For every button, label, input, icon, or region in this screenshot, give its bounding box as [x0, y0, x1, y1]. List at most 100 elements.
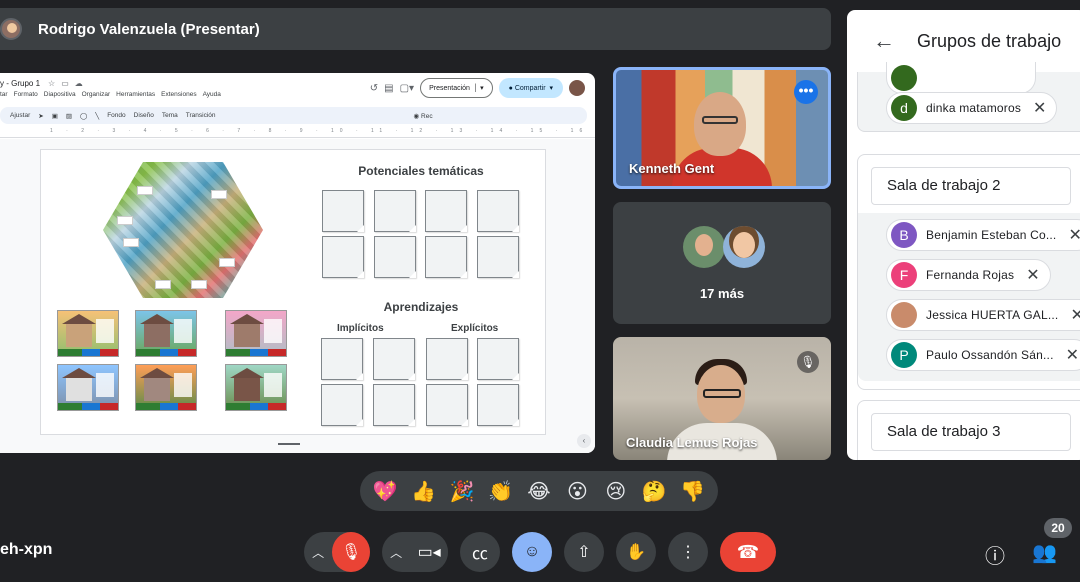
participant-chip[interactable]: B Benjamin Esteban Co... ✕	[886, 219, 1080, 251]
comment-icon[interactable]: ▤	[384, 83, 393, 94]
present-label: Presentación	[429, 84, 470, 92]
chevron-up-icon[interactable]: ︿	[304, 544, 332, 561]
remove-icon[interactable]: ✕	[1026, 265, 1039, 285]
sad-reaction-icon[interactable]: 😢	[602, 481, 630, 501]
people-icon[interactable]: 👥	[1032, 540, 1057, 565]
back-arrow-icon[interactable]: ←	[873, 28, 895, 54]
thinking-reaction-icon[interactable]: 🤔	[640, 481, 668, 501]
sticky-note	[373, 384, 415, 426]
breakout-rooms-panel: ← Grupos de trabajo d dinka matamoros ✕ …	[847, 10, 1080, 460]
meet-icon[interactable]: ▢▾	[400, 83, 414, 94]
clapping-reaction-icon[interactable]: 👏	[487, 481, 515, 501]
zoom-fit-button[interactable]: Ajustar	[10, 112, 30, 119]
sticky-note	[321, 338, 363, 380]
party-popper-reaction-icon[interactable]: 🎉	[448, 481, 476, 501]
image-tool-icon[interactable]: ▨	[66, 112, 72, 120]
sticky-note	[426, 384, 468, 426]
mic-off-button[interactable]: 🎙	[332, 532, 370, 572]
participant-chip[interactable]: P Paulo Ossandón Sán... ✕	[886, 339, 1080, 371]
participant-chip-name: Benjamin Esteban Co...	[926, 228, 1057, 242]
participant-chip[interactable]	[886, 62, 1036, 94]
menu-item[interactable]: Extensiones	[161, 91, 196, 98]
participant-name: Kenneth Gent	[629, 161, 715, 176]
menu-item[interactable]: Organizar	[82, 91, 111, 98]
picture-card	[57, 364, 119, 411]
menu-item[interactable]: tar	[0, 91, 8, 98]
participant-tile-more[interactable]: 17 más	[613, 202, 831, 324]
chevron-up-icon[interactable]: ︿	[382, 544, 410, 561]
theme-button[interactable]: Tema	[162, 112, 178, 119]
camera-button[interactable]: ▭◂	[410, 532, 448, 572]
more-options-icon[interactable]: •••	[794, 80, 818, 104]
star-icon[interactable]: ☆	[48, 79, 55, 88]
thumbs-up-reaction-icon[interactable]: 👍	[410, 481, 438, 501]
sticky-note	[425, 190, 467, 232]
slide-page[interactable]: Potenciales temáticas Aprendizajes Implí…	[40, 149, 546, 435]
meeting-info-icon[interactable]: ⓘ	[985, 540, 1005, 569]
room-name-field[interactable]: Sala de trabajo 2	[871, 167, 1071, 205]
menu-item[interactable]: Formato	[14, 91, 38, 98]
shared-slides-window[interactable]: y - Grupo 1 ☆ ▭ ☁ tar Formato Diapositiv…	[0, 73, 595, 453]
present-screen-button[interactable]: ⇧	[564, 532, 604, 572]
heart-reaction-icon[interactable]: 💖	[371, 481, 399, 501]
map-label	[155, 280, 171, 289]
participant-tile-kenneth[interactable]: ••• Kenneth Gent	[613, 67, 831, 189]
background-button[interactable]: Fondo	[107, 112, 125, 119]
transition-button[interactable]: Transición	[186, 112, 216, 119]
presenter-avatar	[0, 18, 22, 40]
presenter-bar: Rodrigo Valenzuela (Presentar)	[0, 8, 831, 50]
remove-icon[interactable]: ✕	[1068, 225, 1080, 245]
menu-item[interactable]: Herramientas	[116, 91, 155, 98]
heading-aprendizajes: Aprendizajes	[383, 300, 459, 314]
avatar: P	[891, 342, 917, 368]
record-button[interactable]: ◉ Rec	[414, 112, 433, 120]
emoji-reactions-button[interactable]: ☺	[512, 532, 552, 572]
sticky-note	[322, 190, 364, 232]
participant-chip[interactable]: d dinka matamoros ✕	[886, 92, 1058, 124]
sticky-note	[321, 384, 363, 426]
participant-chip[interactable]: Jessica HUERTA GAL... ✕	[886, 299, 1080, 331]
select-tool-icon[interactable]: ➤	[38, 112, 43, 120]
history-icon[interactable]: ↺	[370, 83, 378, 94]
surprised-reaction-icon[interactable]: 😮	[563, 481, 591, 501]
participant-name: Claudia Lemus Rojas	[626, 435, 758, 450]
room-name-field[interactable]: Sala de trabajo 3	[871, 413, 1071, 451]
line-tool-icon[interactable]: ╲	[95, 112, 99, 120]
room-3: Sala de trabajo 3	[857, 400, 1080, 460]
more-options-button[interactable]: ⋮	[668, 532, 708, 572]
participant-chip[interactable]: F Fernanda Rojas ✕	[886, 259, 1051, 291]
avatar: d	[891, 95, 917, 121]
slides-doc-title[interactable]: y - Grupo 1	[0, 79, 40, 88]
laughing-reaction-icon[interactable]: 😂	[525, 481, 553, 501]
people-count-badge: 20	[1044, 518, 1072, 538]
participant-tile-claudia[interactable]: 🎙 Claudia Lemus Rojas	[613, 337, 831, 460]
present-button[interactable]: Presentación │ ▾	[420, 78, 493, 98]
record-label: Rec	[421, 112, 433, 120]
avatar: F	[891, 262, 917, 288]
sub-explicitos: Explícitos	[451, 323, 499, 334]
captions-button[interactable]: ㏄	[460, 532, 500, 572]
raise-hand-button[interactable]: ✋	[616, 532, 656, 572]
slides-scrollbar[interactable]	[278, 443, 300, 445]
slides-right-tools: ↺ ▤ ▢▾ Presentación │ ▾ ● Compartir ▾	[370, 78, 585, 98]
share-label: Compartir	[514, 84, 546, 92]
menu-item[interactable]: Diapositiva	[44, 91, 76, 98]
layout-button[interactable]: Diseño	[134, 112, 154, 119]
textbox-tool-icon[interactable]: ▣	[52, 112, 58, 120]
collapse-icon[interactable]: ‹	[577, 434, 591, 448]
reactions-bar: 💖 👍 🎉 👏 😂 😮 😢 🤔 👎	[360, 471, 718, 511]
participant-face	[694, 92, 746, 156]
account-avatar[interactable]	[569, 80, 585, 96]
remove-icon[interactable]: ✕	[1033, 98, 1046, 118]
shape-tool-icon[interactable]: ◯	[80, 112, 87, 120]
cloud-icon[interactable]: ☁	[75, 79, 83, 88]
remove-icon[interactable]: ✕	[1066, 345, 1079, 365]
picture-card	[135, 364, 197, 411]
folder-icon[interactable]: ▭	[61, 79, 69, 88]
sticky-note	[477, 236, 519, 278]
thumbs-down-reaction-icon[interactable]: 👎	[679, 481, 707, 501]
remove-icon[interactable]: ✕	[1070, 305, 1080, 325]
menu-item[interactable]: Ayuda	[203, 91, 221, 98]
leave-call-button[interactable]: ☎	[720, 532, 776, 572]
share-button[interactable]: ● Compartir ▾	[498, 78, 563, 98]
